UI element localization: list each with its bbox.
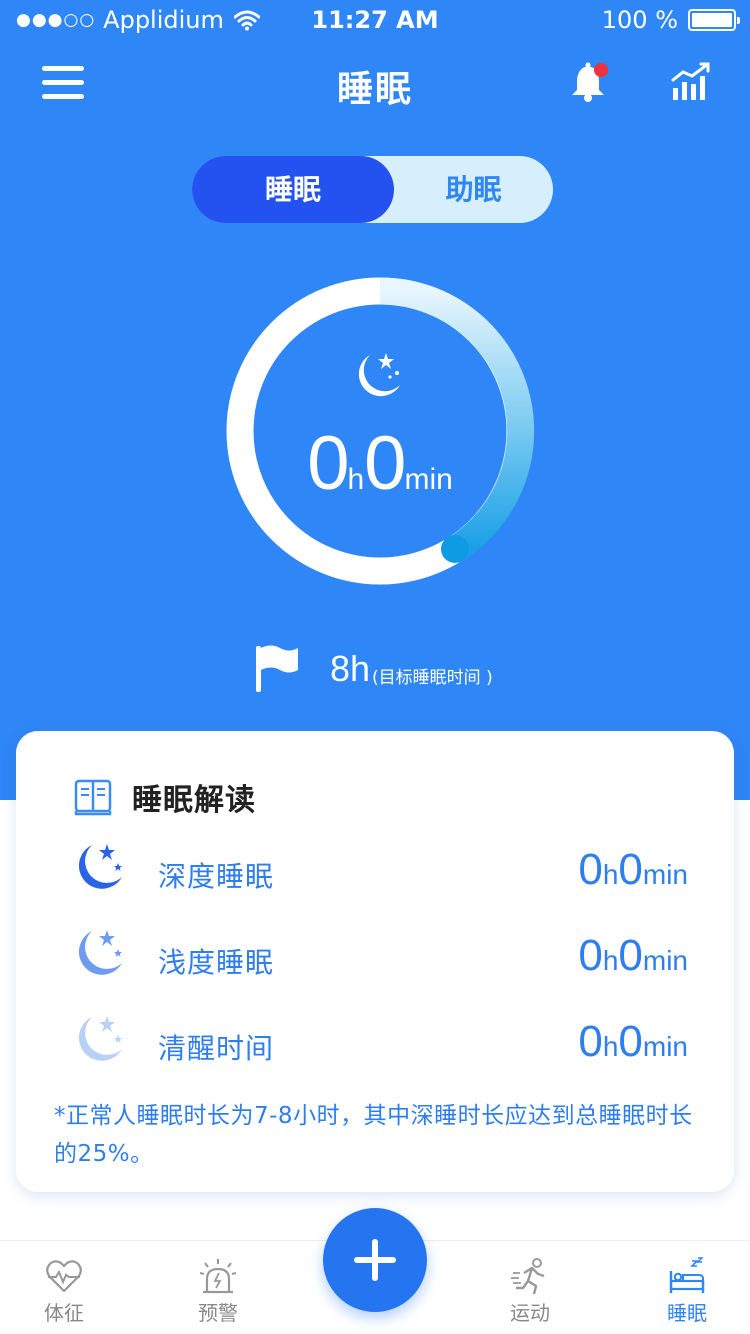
minute-unit: min [404,463,453,496]
value-minutes: 0 [618,845,643,894]
value-minutes: 0 [618,931,643,980]
sleep-mode-toggle: 睡眠 助眠 [192,156,553,223]
value-hour-unit: h [602,1031,619,1062]
battery-percent: 100 % [601,6,678,34]
tab-label: 体征 [44,1301,84,1325]
value-hours: 0 [578,1017,603,1066]
goal-value: 8h [330,648,371,689]
value-minute-unit: min [642,945,688,976]
light-sleep-row: 浅度睡眠 0h0min [74,927,704,987]
tab-alert[interactable]: 预警 [158,1241,278,1334]
value-hours: 0 [578,845,603,894]
notification-dot [594,63,608,77]
row-value: 0h0min [578,1017,688,1067]
battery-icon [688,9,740,31]
moon-stars-icon [78,930,122,975]
status-bar: ●●●○○ Applidium 11:27 AM 100 % [0,0,750,40]
flag-icon [256,645,298,692]
tab-label: 预警 [198,1301,238,1325]
row-label: 清醒时间 [158,1032,275,1065]
running-icon [511,1258,545,1295]
row-value: 0h0min [578,931,688,981]
page-title: 睡眠 [336,69,413,110]
heart-pulse-icon [46,1260,82,1293]
total-sleep-duration: 0h0min [226,420,534,507]
awake-time-row: 清醒时间 0h0min [74,1013,704,1073]
row-label: 深度睡眠 [158,860,275,893]
tab-sleep[interactable]: 睡眠 [192,156,394,223]
moon-stars-icon [78,1016,122,1061]
bell-icon[interactable] [568,60,614,104]
tab-sleep-nav[interactable]: 睡眠 [627,1241,747,1334]
goal-note: (目标睡眠时间 ) [372,667,493,688]
sleep-analysis-card: 睡眠解读 深度睡眠 0h0min 浅度睡眠 0h0min 清醒时间 0h0min… [16,731,734,1192]
moon-stars-icon [358,353,400,397]
hour-unit: h [347,463,365,496]
sleep-goal[interactable]: 8h (目标睡眠时间 ) [254,644,493,694]
book-icon [74,779,112,816]
value-hour-unit: h [602,859,619,890]
total-minutes: 0 [364,421,406,506]
tab-exercise[interactable]: 运动 [470,1241,590,1334]
tab-vitals[interactable]: 体征 [4,1241,124,1334]
tab-label: 运动 [510,1301,550,1325]
tab-label: 睡眠 [667,1301,707,1325]
progress-knob [441,535,469,563]
moon-stars-icon [78,844,122,889]
alarm-light-icon [199,1259,237,1294]
card-title: 睡眠解读 [132,783,256,818]
value-minute-unit: min [642,859,688,890]
total-hours: 0 [307,421,349,506]
tab-sleep-aid[interactable]: 助眠 [394,156,553,223]
sleep-advice-note: *正常人睡眠时长为7-8小时，其中深睡时长应达到总睡眠时长的25%。 [54,1103,693,1167]
add-button[interactable] [323,1208,427,1312]
row-value: 0h0min [578,845,688,895]
row-label: 浅度睡眠 [158,946,275,979]
value-hours: 0 [578,931,603,980]
deep-sleep-row: 深度睡眠 0h0min [74,841,704,901]
bed-icon [669,1257,705,1293]
value-minute-unit: min [642,1031,688,1062]
value-minutes: 0 [618,1017,643,1066]
value-hour-unit: h [602,945,619,976]
bar-chart-icon[interactable] [670,62,712,102]
